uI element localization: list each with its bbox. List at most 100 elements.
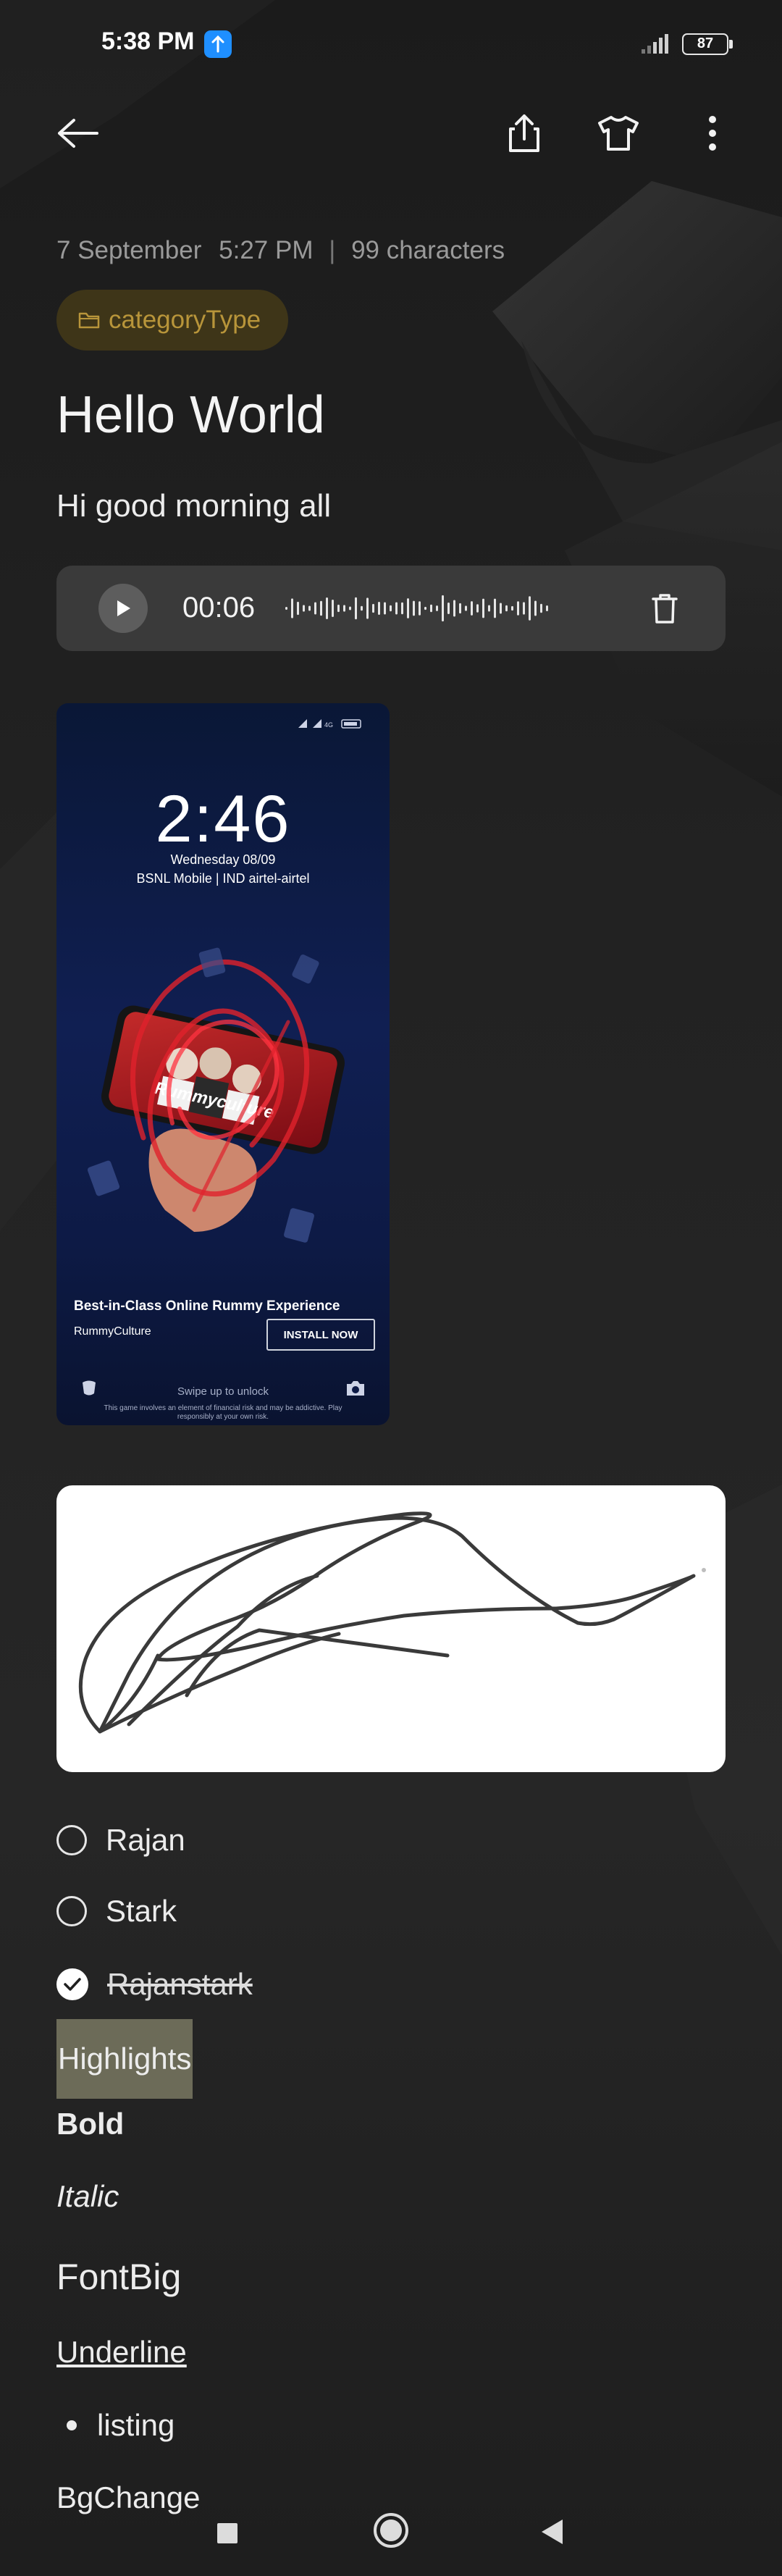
audio-duration: 00:06 [182, 592, 256, 624]
bold-text[interactable]: Bold [56, 2107, 124, 2141]
checkbox-unchecked-icon[interactable] [56, 1825, 87, 1855]
waveform-bar [372, 603, 374, 613]
svg-text:4G: 4G [324, 721, 333, 729]
waveform-bar [337, 604, 340, 613]
sketch-drawing[interactable] [56, 1485, 726, 1772]
back-button[interactable] [49, 104, 107, 162]
waveform-bar [395, 602, 398, 615]
bg-change-text[interactable]: BgChange [56, 2480, 201, 2515]
big-font-text[interactable]: FontBig [56, 2256, 181, 2298]
waveform-bar [529, 596, 531, 621]
note-date: 7 September [56, 236, 202, 264]
nav-back-button[interactable] [530, 2510, 573, 2554]
waveform-bar [384, 602, 386, 615]
category-chip[interactable]: categoryType [56, 290, 289, 351]
screenshot-clock: 2:46 [155, 782, 291, 856]
highlighted-text[interactable]: Highlights [56, 2019, 193, 2099]
theme-shirt-icon [598, 116, 639, 151]
home-circle-icon [374, 2513, 408, 2548]
note-body[interactable]: Hi good morning all [56, 488, 331, 524]
note-meta: 7 September 5:27 PM | 99 characters [56, 236, 505, 265]
waveform-bar [476, 604, 479, 613]
waveform-bar [494, 598, 496, 618]
list-item-text: listing [97, 2408, 175, 2442]
waveform-bar [401, 602, 403, 615]
status-time: 5:38 PM [101, 28, 195, 55]
play-icon [117, 600, 130, 616]
screenshot-disclaimer: This game involves an element of financi… [104, 1404, 342, 1421]
waveform-bar [413, 600, 415, 616]
underlined-text[interactable]: Underline [56, 2335, 187, 2370]
more-vertical-icon [709, 116, 716, 151]
trash-icon [652, 594, 678, 624]
upload-notification-icon [204, 30, 232, 58]
waveform-bar [303, 605, 305, 612]
note-time: 5:27 PM [219, 236, 314, 264]
screenshot-brand: RummyCulture [74, 1325, 151, 1338]
waveform-bar [511, 605, 513, 611]
waveform-bar [523, 602, 525, 615]
waveform-bar [291, 598, 293, 618]
play-button[interactable] [98, 584, 148, 633]
checklist-item[interactable]: Rajan [56, 1818, 185, 1862]
back-arrow-icon [58, 119, 98, 148]
waveform-bar [546, 605, 548, 611]
waveform-bar [407, 598, 409, 618]
waveform-bar [424, 606, 426, 611]
screenshot-date: Wednesday 08/09 [170, 852, 276, 867]
waveform-bar [332, 599, 334, 618]
waveform-bar [488, 605, 490, 612]
waveform-bar [308, 605, 311, 611]
checklist-item[interactable]: Stark [56, 1889, 177, 1933]
bullet-list-item[interactable]: listing [67, 2408, 175, 2443]
screenshot-install-button: INSTALL NOW [266, 1319, 375, 1351]
recents-button[interactable] [206, 2512, 249, 2555]
checkbox-unchecked-icon[interactable] [56, 1896, 87, 1926]
more-options-button[interactable] [684, 104, 741, 162]
waveform-bar [442, 595, 444, 622]
waveform-bar [314, 602, 316, 615]
waveform-bar [459, 603, 461, 614]
waveform-bar [482, 598, 484, 618]
battery-level: 87 [697, 35, 714, 51]
checkbox-checked-icon[interactable] [56, 1968, 88, 2000]
checklist-item[interactable]: Rajanstark [56, 1963, 253, 2006]
checklist-label: Rajan [106, 1823, 185, 1857]
italic-text[interactable]: Italic [56, 2179, 119, 2214]
bullet-icon [67, 2420, 77, 2430]
screenshot-ad-title: Best-in-Class Online Rummy Experience [74, 1299, 340, 1314]
screenshot-carrier: BSNL Mobile | IND airtel-airtel [136, 871, 310, 886]
attached-screenshot-image[interactable]: 4G 2:46 Wednesday 08/09 BSNL Mobile | IN… [56, 703, 390, 1425]
waveform-bar [285, 607, 287, 610]
status-bar: 5:38 PM 87 [0, 0, 782, 91]
waveform-bar [436, 605, 438, 611]
home-button[interactable] [369, 2509, 413, 2552]
waveform-bar [430, 604, 432, 613]
waveform-bar [471, 601, 473, 616]
waveform-bar [500, 603, 502, 614]
rummy-ad-artwork: Rummyculture [87, 947, 345, 1243]
meta-separator: | [329, 236, 336, 264]
waveform-bar [366, 597, 369, 619]
waveform-bar [343, 605, 345, 612]
waveform-bar [361, 605, 363, 611]
waveform-bar [517, 601, 519, 616]
waveform-bar [447, 603, 450, 614]
checklist-label: Stark [106, 1894, 177, 1928]
waveform-bar [349, 606, 351, 611]
waveform-bar [540, 603, 542, 613]
waveform-bar [419, 601, 421, 616]
share-button[interactable] [495, 104, 553, 162]
theme-button[interactable] [589, 104, 647, 162]
waveform-bar [320, 600, 322, 616]
waveform-bar [453, 600, 455, 617]
character-count: 99 characters [351, 236, 505, 264]
notes-editor-screen: 5:38 PM 87 7 September 5:27 PM | 99 char… [0, 0, 782, 2576]
share-icon [509, 114, 539, 152]
recents-square-icon [217, 2523, 237, 2543]
waveform-bar [465, 605, 467, 611]
folder-icon [78, 312, 100, 329]
note-title[interactable]: Hello World [56, 385, 325, 445]
delete-audio-button[interactable] [643, 587, 686, 631]
waveform-bar [326, 597, 328, 620]
